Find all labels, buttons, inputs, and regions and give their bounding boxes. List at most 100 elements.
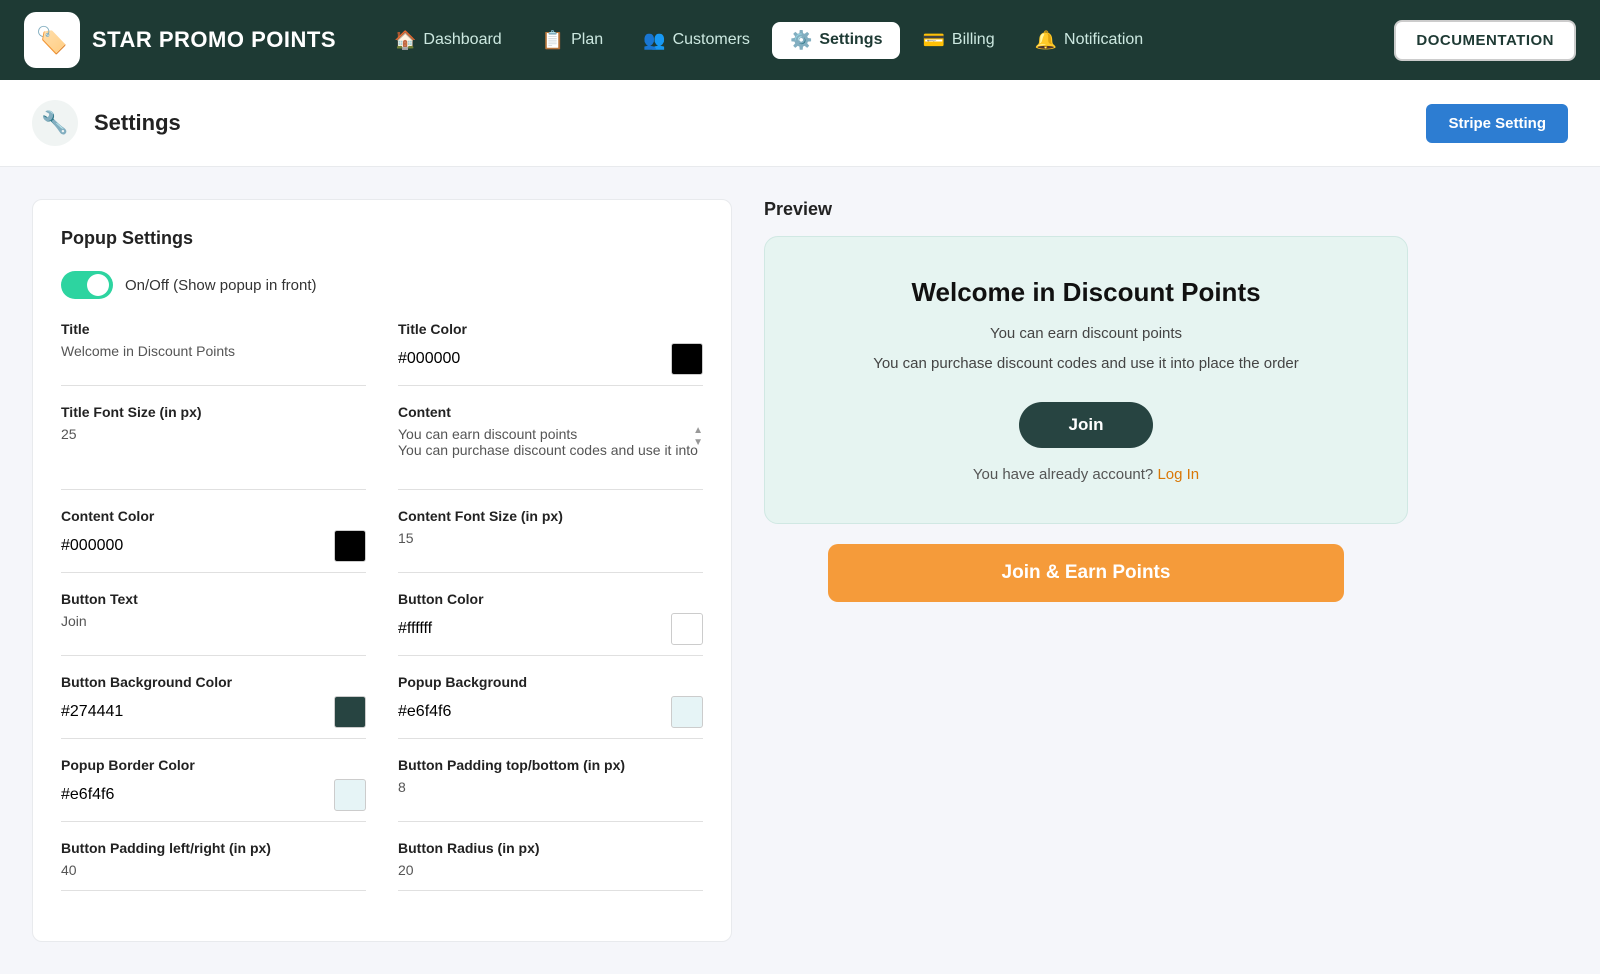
nav-label-billing: Billing (952, 31, 995, 49)
popup-border-row: #e6f4f6 (61, 779, 366, 811)
content-color-swatch[interactable] (334, 530, 366, 562)
button-color-value: #ffffff (398, 620, 432, 638)
btn-padding-lr-input[interactable] (61, 862, 366, 878)
button-color-field: Button Color #ffffff (398, 591, 703, 656)
popup-settings-title: Popup Settings (61, 228, 703, 249)
content-font-size-label: Content Font Size (in px) (398, 508, 703, 524)
nav-label-settings: Settings (819, 31, 882, 49)
settings-page-icon: 🔧 (32, 100, 78, 146)
plan-icon: 📋 (542, 30, 564, 51)
preview-title: Preview (764, 199, 1408, 220)
button-bg-color-value: #274441 (61, 703, 123, 721)
content-font-size-field: Content Font Size (in px) (398, 508, 703, 573)
title-color-row: #000000 (398, 343, 703, 375)
btn-padding-tb-label: Button Padding top/bottom (in px) (398, 757, 703, 773)
popup-bg-swatch[interactable] (671, 696, 703, 728)
popup-border-swatch[interactable] (334, 779, 366, 811)
nav-item-dashboard[interactable]: 🏠 Dashboard (376, 22, 520, 59)
title-font-size-field: Title Font Size (in px) (61, 404, 366, 490)
button-bg-color-label: Button Background Color (61, 674, 366, 690)
preview-card-line2: You can purchase discount codes and use … (797, 352, 1375, 376)
nav-label-customers: Customers (673, 31, 750, 49)
content-scroll: You can earn discount points You can pur… (398, 426, 703, 479)
button-color-swatch[interactable] (671, 613, 703, 645)
nav-label-dashboard: Dashboard (423, 31, 501, 49)
content-field: Content You can earn discount points You… (398, 404, 703, 490)
content-color-value: #000000 (61, 537, 123, 555)
popup-bg-label: Popup Background (398, 674, 703, 690)
stripe-setting-button[interactable]: Stripe Setting (1426, 104, 1568, 143)
btn-padding-tb-field: Button Padding top/bottom (in px) (398, 757, 703, 822)
content-label: Content (398, 404, 703, 420)
popup-border-label: Popup Border Color (61, 757, 366, 773)
customers-icon: 👥 (643, 30, 665, 51)
wrench-icon: 🔧 (41, 110, 68, 136)
content-textarea[interactable]: You can earn discount points You can pur… (398, 426, 703, 474)
page-header: 🔧 Settings Stripe Setting (0, 80, 1600, 167)
button-color-label: Button Color (398, 591, 703, 607)
popup-bg-field: Popup Background #e6f4f6 (398, 674, 703, 739)
page-title: Settings (94, 110, 181, 136)
billing-icon: 💳 (922, 30, 944, 51)
content-color-row: #000000 (61, 530, 366, 562)
dashboard-icon: 🏠 (394, 30, 416, 51)
brand: 🏷️ STAR PROMO POINTS (24, 12, 336, 68)
btn-padding-tb-input[interactable] (398, 779, 703, 795)
button-bg-color-field: Button Background Color #274441 (61, 674, 366, 739)
scroll-up-arrow[interactable]: ▲ (693, 426, 703, 436)
toggle-row: On/Off (Show popup in front) (61, 271, 703, 299)
preview-card: Welcome in Discount Points You can earn … (764, 236, 1408, 524)
popup-bg-value: #e6f4f6 (398, 703, 451, 721)
content-color-field: Content Color #000000 (61, 508, 366, 573)
button-text-input[interactable] (61, 613, 366, 629)
navbar: 🏷️ STAR PROMO POINTS 🏠 Dashboard 📋 Plan … (0, 0, 1600, 80)
btn-radius-field: Button Radius (in px) (398, 840, 703, 891)
title-label: Title (61, 321, 366, 337)
account-text: You have already account? (973, 466, 1153, 483)
settings-icon: ⚙️ (790, 30, 812, 51)
preview-login-row: You have already account? Log In (797, 466, 1375, 483)
nav-links: 🏠 Dashboard 📋 Plan 👥 Customers ⚙️ Settin… (376, 22, 1394, 59)
preview-card-title: Welcome in Discount Points (797, 277, 1375, 308)
page-header-left: 🔧 Settings (32, 100, 181, 146)
notification-icon: 🔔 (1035, 30, 1057, 51)
nav-label-notification: Notification (1064, 31, 1143, 49)
button-text-label: Button Text (61, 591, 366, 607)
documentation-button[interactable]: DOCUMENTATION (1394, 20, 1576, 61)
preview-card-line1: You can earn discount points (797, 322, 1375, 346)
main-content: Popup Settings On/Off (Show popup in fro… (0, 167, 1440, 974)
button-bg-color-row: #274441 (61, 696, 366, 728)
popup-border-value: #e6f4f6 (61, 786, 114, 804)
form-grid: Title Title Color #000000 Title Font Siz… (61, 321, 703, 909)
popup-border-field: Popup Border Color #e6f4f6 (61, 757, 366, 822)
btn-radius-input[interactable] (398, 862, 703, 878)
join-earn-button[interactable]: Join & Earn Points (828, 544, 1343, 602)
button-color-row: #ffffff (398, 613, 703, 645)
title-color-swatch[interactable] (671, 343, 703, 375)
title-color-label: Title Color (398, 321, 703, 337)
title-color-value: #000000 (398, 350, 460, 368)
content-font-size-input[interactable] (398, 530, 703, 546)
popup-bg-row: #e6f4f6 (398, 696, 703, 728)
title-color-field: Title Color #000000 (398, 321, 703, 386)
button-bg-swatch[interactable] (334, 696, 366, 728)
title-input[interactable] (61, 343, 366, 359)
toggle-label: On/Off (Show popup in front) (125, 277, 317, 294)
preview-join-button[interactable]: Join (1019, 402, 1154, 448)
btn-radius-label: Button Radius (in px) (398, 840, 703, 856)
nav-label-plan: Plan (571, 31, 603, 49)
popup-toggle[interactable] (61, 271, 113, 299)
scroll-down-arrow[interactable]: ▼ (693, 438, 703, 448)
title-font-size-input[interactable] (61, 426, 366, 442)
login-link[interactable]: Log In (1157, 466, 1199, 483)
scroll-arrows: ▲ ▼ (693, 426, 703, 448)
nav-item-settings[interactable]: ⚙️ Settings (772, 22, 901, 59)
brand-name: STAR PROMO POINTS (92, 27, 336, 53)
button-text-field: Button Text (61, 591, 366, 656)
nav-item-billing[interactable]: 💳 Billing (904, 22, 1012, 59)
content-color-label: Content Color (61, 508, 366, 524)
nav-item-notification[interactable]: 🔔 Notification (1017, 22, 1162, 59)
title-font-size-label: Title Font Size (in px) (61, 404, 366, 420)
nav-item-plan[interactable]: 📋 Plan (524, 22, 621, 59)
nav-item-customers[interactable]: 👥 Customers (625, 22, 768, 59)
